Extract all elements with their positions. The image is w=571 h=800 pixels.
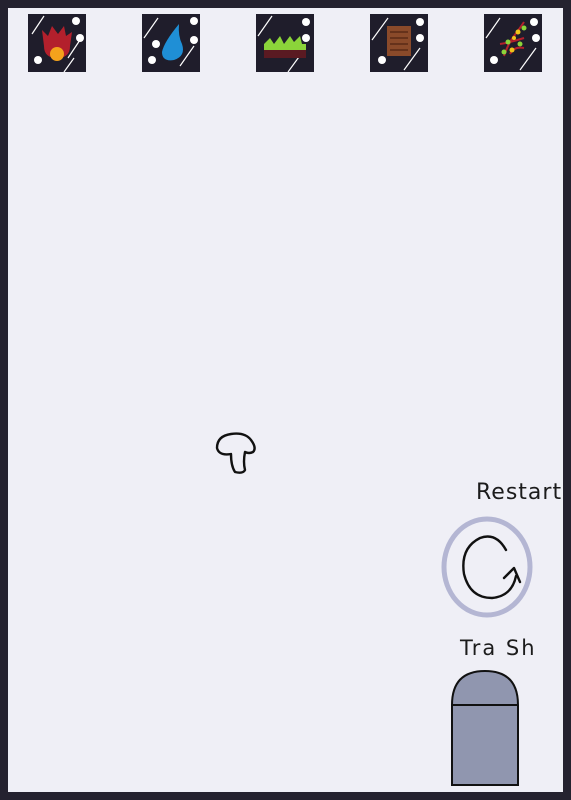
- play-area[interactable]: Restart Tra Sh: [8, 8, 563, 792]
- mushroom-icon[interactable]: [215, 428, 263, 480]
- wood-plank-icon: [371, 17, 424, 71]
- restart-label: Restart: [476, 480, 563, 505]
- element-tile-water[interactable]: [142, 14, 200, 72]
- restart-button[interactable]: [440, 516, 536, 618]
- restart-arrow-icon: [462, 535, 522, 600]
- plant-vine-icon: [485, 17, 540, 71]
- trash-bin-icon[interactable]: [450, 669, 520, 789]
- element-tile-wood[interactable]: [370, 14, 428, 72]
- grass-earth-icon: [257, 15, 310, 72]
- element-tile-fire[interactable]: [28, 14, 86, 72]
- element-tile-earth[interactable]: [256, 14, 314, 72]
- fire-icon: [31, 15, 84, 72]
- element-tile-plant[interactable]: [484, 14, 542, 72]
- trash-label: Tra Sh: [460, 636, 537, 660]
- water-drop-icon: [143, 17, 198, 67]
